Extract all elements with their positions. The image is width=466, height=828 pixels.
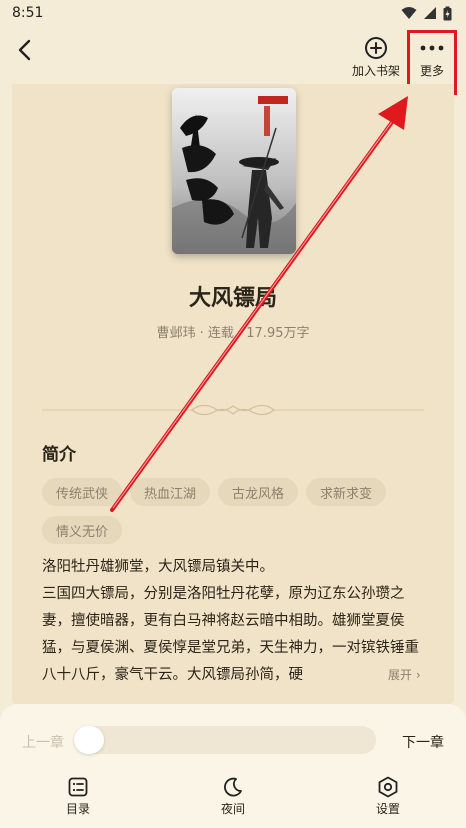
chapter-progress-slider[interactable] (74, 726, 376, 754)
status-bar: 8:51 (0, 0, 466, 26)
top-bar: 加入书架 更多 (0, 26, 466, 84)
wifi-icon (401, 7, 417, 19)
book-meta: 曹邺玮 · 连载 · 17.95万字 (156, 326, 310, 341)
book-title: 大风镖局 (188, 286, 277, 311)
hexagon-gear-icon (378, 776, 398, 798)
tag[interactable]: 求新求变 (306, 478, 387, 506)
ornament-divider (42, 404, 424, 416)
signal-icon (424, 7, 436, 19)
list-icon (68, 777, 88, 797)
book-info-card: 大风镖局 曹邺玮 · 连载 · 17.95万字 简介 传统武侠 热血江湖 古龙风… (12, 84, 454, 704)
settings-label: 设置 (375, 802, 400, 816)
book-cover[interactable] (172, 88, 296, 254)
reader-bottom-panel: 上一章 下一章 目录 夜间 设置 (0, 704, 466, 828)
tag[interactable]: 热血江湖 (130, 478, 211, 506)
intro-heading: 简介 (42, 445, 76, 465)
tag[interactable]: 传统武侠 (42, 478, 123, 506)
synopsis-paragraph: 洛阳牡丹雄狮堂，大风镖局镇关中。 (42, 559, 274, 575)
moon-icon (224, 777, 242, 797)
book-detail-page: 8:51 加入书架 更多 大风镖局 曹邺玮 · 连载 · 17.95万字 简介 … (0, 0, 466, 828)
expand-button[interactable]: 展开 › (368, 666, 421, 683)
cover-art (172, 88, 296, 254)
chevron-left-icon (18, 39, 31, 61)
next-chapter-button[interactable]: 下一章 (402, 732, 444, 752)
toc-button[interactable]: 目录 (43, 774, 113, 817)
battery-icon (443, 6, 452, 20)
plus-circle-icon (365, 37, 387, 59)
add-to-shelf-label: 加入书架 (351, 64, 400, 78)
tag[interactable]: 古龙风格 (218, 478, 299, 506)
expand-label: 展开 (388, 668, 413, 682)
settings-button[interactable]: 设置 (353, 774, 423, 817)
slider-thumb[interactable] (74, 726, 104, 754)
add-to-shelf-button[interactable]: 加入书架 (347, 34, 405, 79)
prev-chapter-button[interactable]: 上一章 (22, 732, 64, 752)
night-mode-label: 夜间 (220, 802, 245, 816)
tag-list: 传统武侠 热血江湖 古龙风格 求新求变 情义无价 (42, 478, 432, 544)
toc-label: 目录 (65, 802, 90, 816)
status-icons (401, 6, 452, 21)
back-button[interactable] (10, 34, 38, 66)
chevron-right-icon: › (415, 668, 421, 682)
status-time: 8:51 (12, 5, 44, 21)
night-mode-button[interactable]: 夜间 (198, 774, 268, 817)
tag[interactable]: 情义无价 (42, 516, 123, 544)
